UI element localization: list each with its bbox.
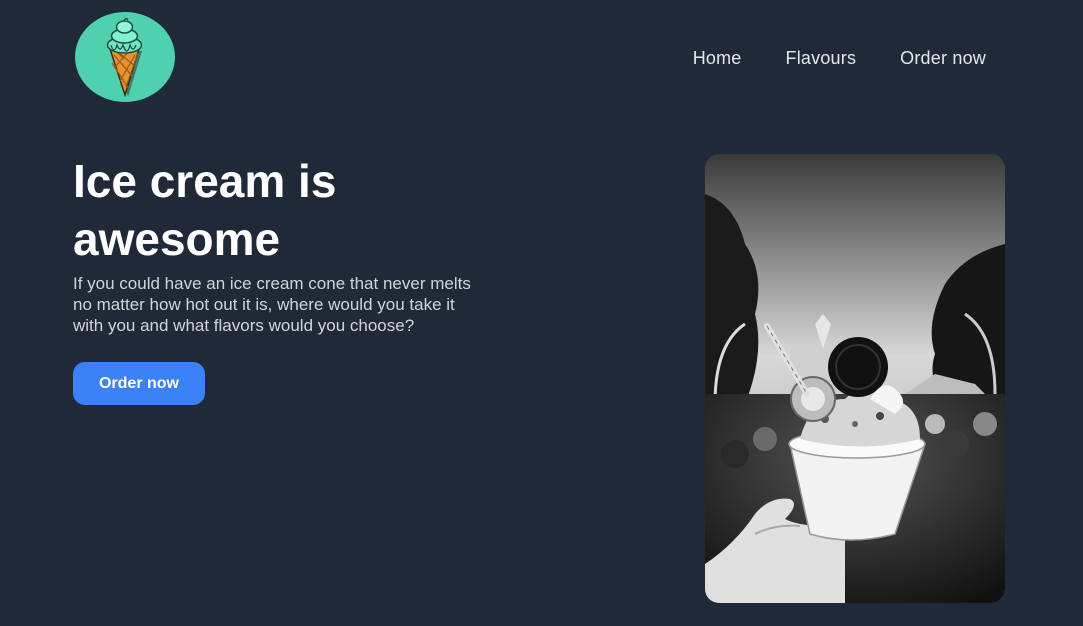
order-now-button[interactable]: Order now [73, 362, 205, 405]
nav-order-now-link[interactable]: Order now [900, 48, 986, 69]
ice-cream-cone-icon [106, 17, 143, 98]
hero-image [705, 154, 1005, 603]
nav-home-link[interactable]: Home [693, 48, 742, 69]
nav-flavours-link[interactable]: Flavours [786, 48, 857, 69]
hero-title: Ice cream is awesome [73, 155, 337, 265]
logo[interactable] [75, 12, 175, 102]
main-nav: Home Flavours Order now [693, 48, 986, 69]
ice-cream-cup-photo [705, 154, 1005, 603]
page: Home Flavours Order now Ice cream is awe… [0, 0, 1083, 626]
hero-description: If you could have an ice cream cone that… [73, 274, 471, 335]
